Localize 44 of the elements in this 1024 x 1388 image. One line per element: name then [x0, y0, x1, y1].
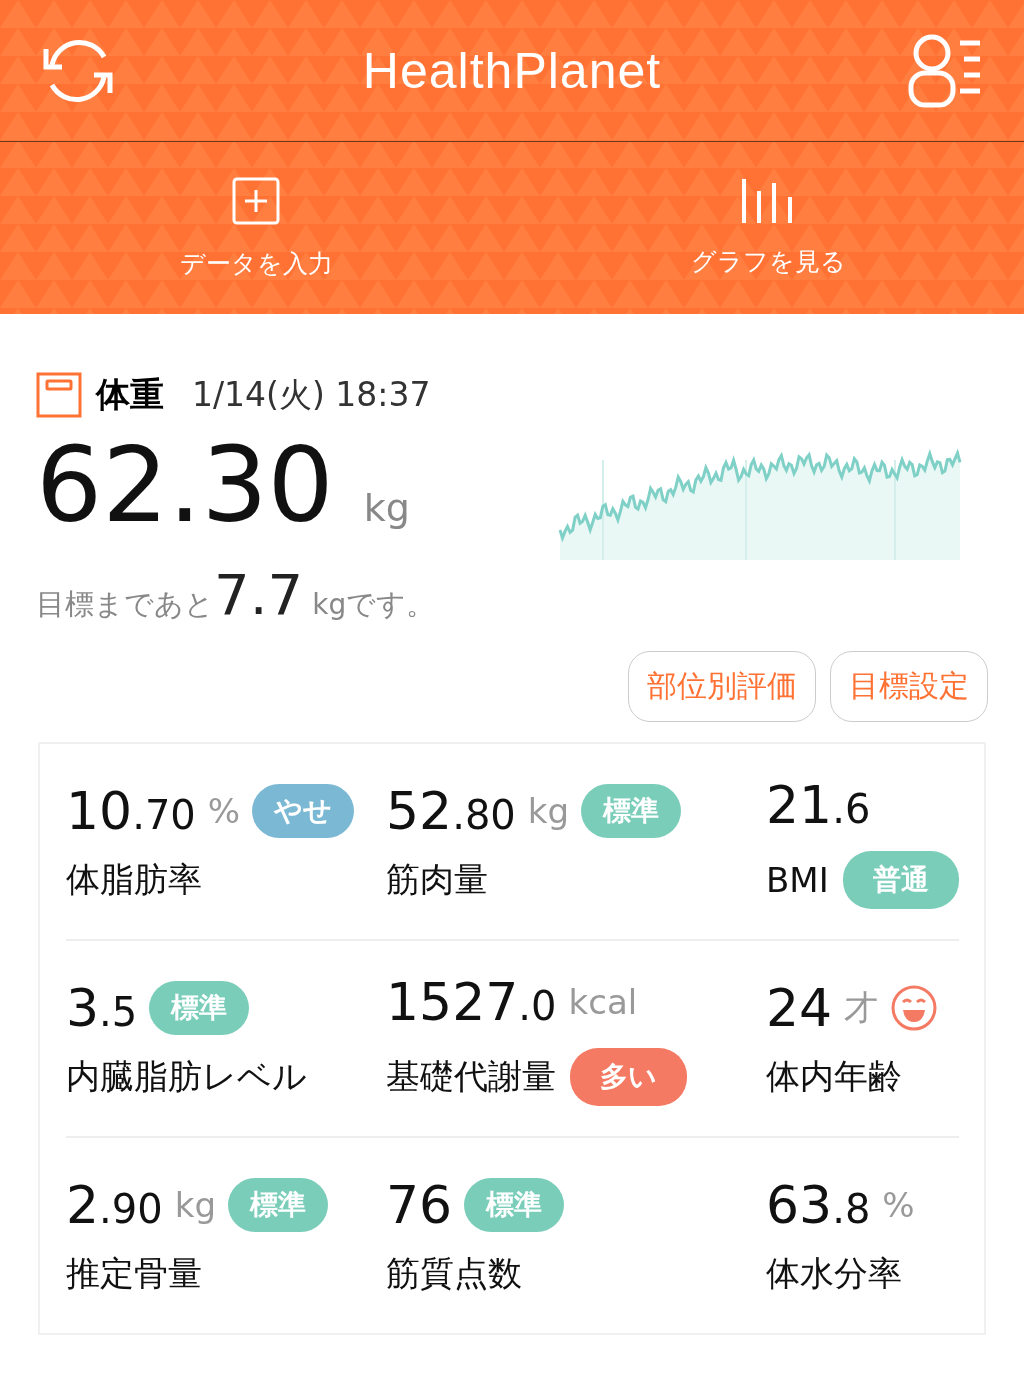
- metric-value: 24: [766, 977, 833, 1038]
- metric-unit: 才: [844, 985, 879, 1029]
- metric-value: 10.70: [66, 780, 196, 841]
- metric-label: BMI: [766, 859, 829, 900]
- scale-icon: [36, 372, 82, 418]
- metric-value: 3.5: [66, 977, 138, 1038]
- metric-unit: %: [207, 790, 241, 831]
- metric-unit: kcal: [568, 981, 638, 1022]
- metric-unit: %: [882, 1184, 915, 1225]
- metric-label: 基礎代謝量: [386, 1054, 556, 1098]
- metric-unit: kg: [174, 1184, 216, 1225]
- status-badge: 標準: [464, 1177, 565, 1232]
- app-title: HealthPlanet: [362, 41, 662, 100]
- metric-value: 1527.0: [386, 971, 557, 1032]
- metric-label: 筋肉量: [386, 857, 488, 901]
- metric-label: 体内年齢: [766, 1054, 902, 1098]
- status-badge: 標準: [149, 980, 250, 1035]
- status-badge: やせ: [252, 783, 355, 838]
- metric-value: 52.80: [386, 780, 516, 841]
- bar-chart-icon: [741, 178, 795, 223]
- weight-unit: kg: [363, 486, 410, 530]
- status-badge: 標準: [228, 1177, 328, 1232]
- status-badge: 標準: [581, 783, 682, 838]
- measured-datetime: 1/14(火) 18:37: [192, 373, 431, 416]
- segment-evaluation-button[interactable]: 部位別評価: [628, 651, 816, 722]
- metric-label: 体脂肪率: [66, 857, 202, 901]
- metric-label: 筋質点数: [386, 1251, 522, 1295]
- metric-label: 推定骨量: [66, 1251, 202, 1295]
- metric-value: 63.8: [766, 1174, 871, 1235]
- metric-value: 21.6: [766, 774, 871, 835]
- metric-label: 内臓脂肪レベル: [66, 1054, 307, 1098]
- metric-value: 2.90: [66, 1174, 163, 1235]
- graph-button[interactable]: グラフを見る: [512, 142, 1024, 314]
- metric-value: 76: [386, 1174, 453, 1235]
- metric-unit: kg: [527, 790, 570, 831]
- status-badge: 普通: [842, 850, 959, 909]
- goal-remaining-text: 目標まであと 7.7 kgです。: [36, 562, 437, 627]
- input-button[interactable]: データを入力: [0, 142, 512, 314]
- add-icon: [232, 176, 280, 225]
- weight-title: 体重: [96, 373, 164, 416]
- metric-label: 体水分率: [766, 1251, 902, 1295]
- weight-value: 62.30: [36, 424, 334, 546]
- status-badge: 多い: [570, 1047, 687, 1106]
- goal-setting-button[interactable]: 目標設定: [830, 651, 988, 722]
